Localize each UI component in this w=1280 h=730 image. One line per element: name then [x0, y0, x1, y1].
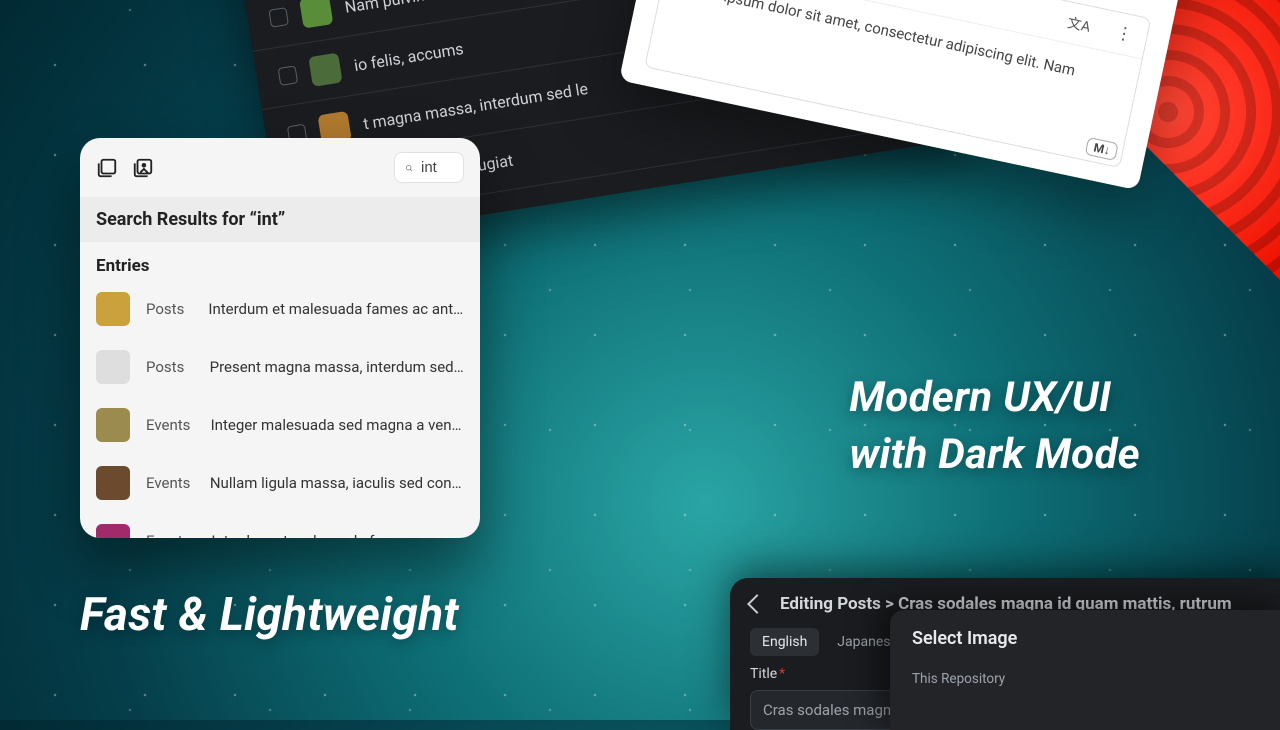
tab-english[interactable]: English — [750, 628, 819, 656]
checkbox[interactable] — [278, 65, 299, 86]
modal-title: Select Image — [912, 628, 1268, 649]
thumb-icon — [96, 466, 130, 500]
result-title: Present magna massa, interdum sed leo qu — [210, 358, 464, 376]
thumb-icon — [96, 408, 130, 442]
media-library-icon[interactable] — [132, 157, 154, 179]
search-result-row[interactable]: Events Interdum et malesuada fames ac ant… — [80, 512, 480, 538]
search-result-row[interactable]: Posts Present magna massa, interdum sed l… — [80, 338, 480, 396]
more-icon[interactable]: ⋮ — [1114, 23, 1135, 46]
result-kind: Posts — [146, 358, 194, 376]
entries-collections-icon[interactable] — [96, 157, 118, 179]
result-title: Interdum et malesuada fames ac ante ipsu… — [208, 300, 464, 318]
translate-icon[interactable]: 文A — [1066, 12, 1093, 36]
result-kind: Events — [146, 416, 195, 434]
result-title: Nullam ligula massa, iaculis sed congue … — [210, 474, 464, 492]
search-results-heading: Search Results for “int” — [80, 197, 480, 242]
repository-label: This Repository — [912, 671, 1268, 687]
search-result-row[interactable]: Posts Interdum et malesuada fames ac ante… — [80, 280, 480, 338]
entries-section-label: Entries — [80, 242, 480, 280]
result-kind: Events — [146, 532, 195, 538]
search-result-row[interactable]: Events Nullam ligula massa, iaculis sed c… — [80, 454, 480, 512]
thumb-icon — [96, 292, 130, 326]
back-icon[interactable] — [747, 594, 767, 614]
result-kind: Events — [146, 474, 194, 492]
thumb-icon — [96, 524, 130, 538]
thumb-icon — [96, 350, 130, 384]
search-icon — [405, 160, 413, 176]
result-title: Interdum et malesuada fames ac ante ips — [211, 532, 464, 538]
result-kind: Posts — [146, 300, 192, 318]
search-input-wrap[interactable] — [394, 152, 464, 183]
result-title: Integer malesuada sed magna a venenatis — [211, 416, 464, 434]
list-item-title: io felis, accums — [353, 39, 465, 75]
checkbox[interactable] — [268, 7, 289, 28]
headline-modern: Modern UX/UI with Dark Mode — [849, 370, 1140, 483]
thumb-icon — [308, 53, 342, 87]
headline-fast: Fast & Lightweight — [80, 588, 459, 642]
dark-editor-drawer: Editing Posts > Cras sodales magna id qu… — [730, 578, 1280, 730]
thumb-icon — [299, 0, 333, 29]
search-drawer: Search Results for “int” Entries Posts In… — [80, 138, 480, 538]
search-input[interactable] — [421, 159, 453, 176]
search-result-row[interactable]: Events Integer malesuada sed magna a vene… — [80, 396, 480, 454]
select-image-modal: Select Image This Repository — [890, 610, 1280, 730]
